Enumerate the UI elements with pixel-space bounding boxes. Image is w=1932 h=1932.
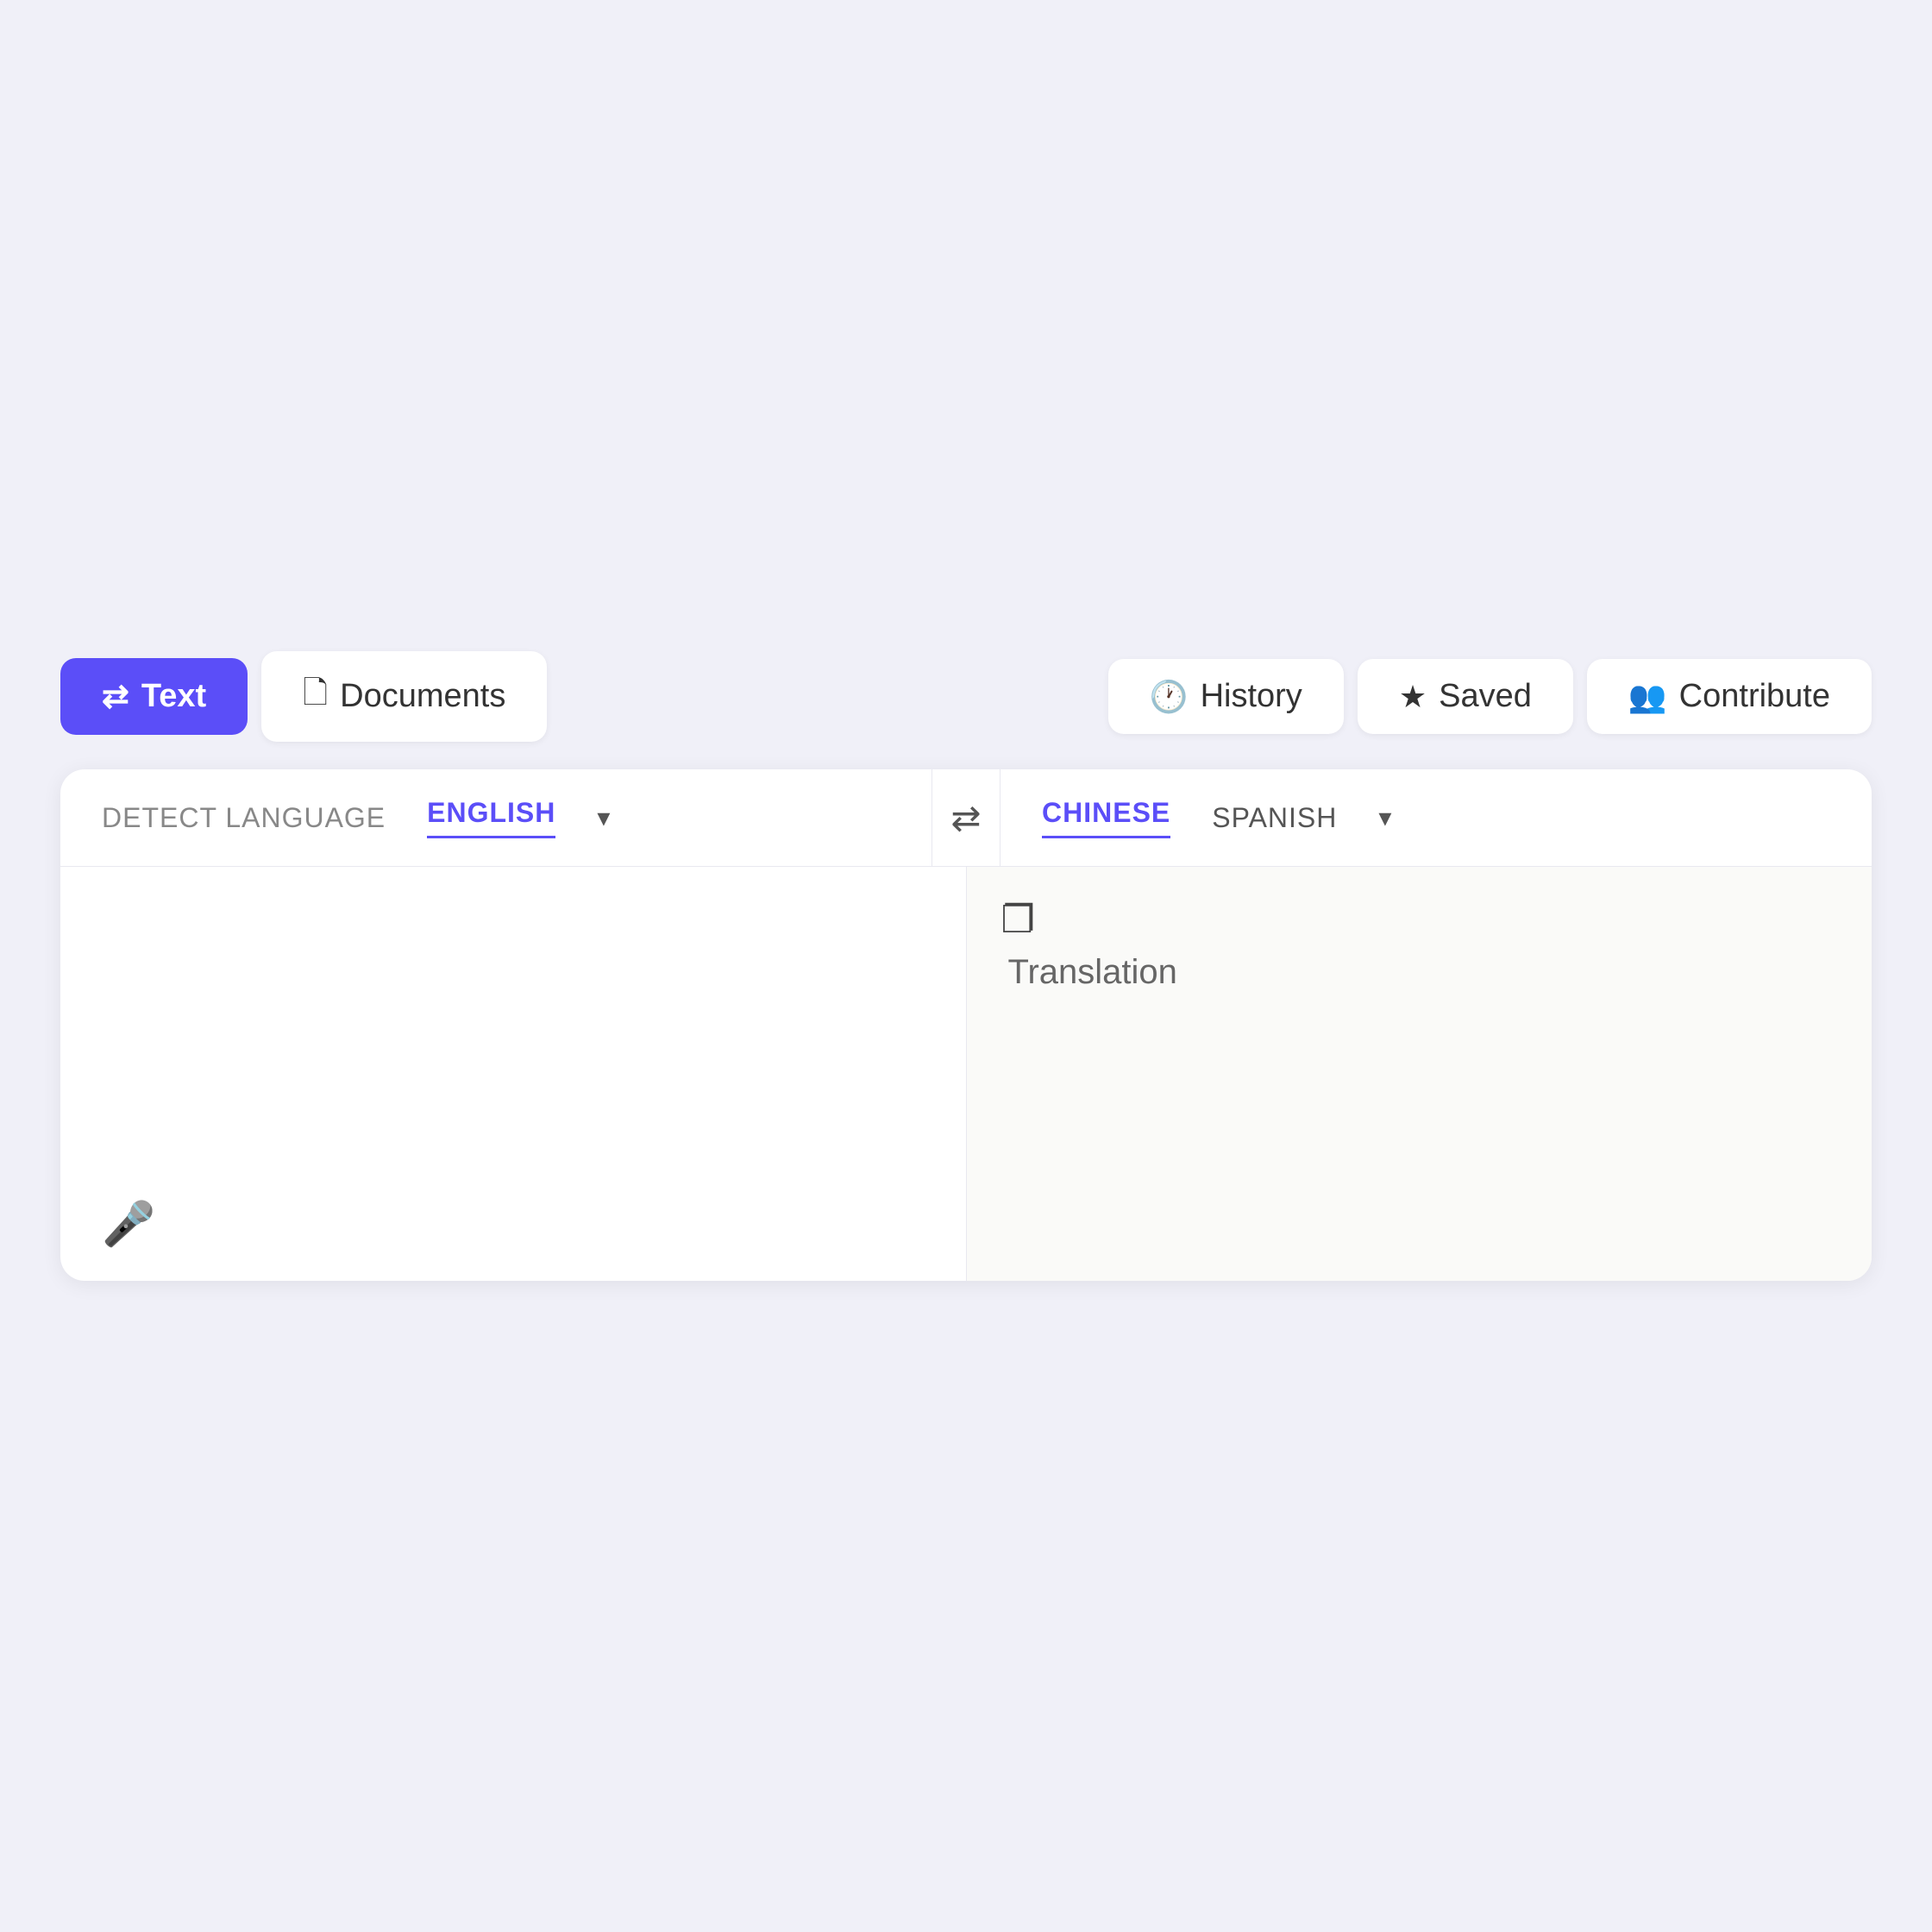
target-output-area: ❐ Translation	[967, 867, 1872, 1281]
microphone-icon: 🎤	[102, 1200, 155, 1248]
target-lang-selector: CHINESE SPANISH ▾	[1000, 769, 1872, 866]
text-icon: ⇄	[102, 677, 129, 716]
history-button-label: History	[1201, 678, 1302, 715]
copy-icon: ❐	[1001, 899, 1035, 941]
documents-button[interactable]: 🗋 Documents	[261, 651, 547, 742]
source-input-area: 🎤	[60, 867, 967, 1281]
source-language-dropdown[interactable]: ▾	[597, 803, 610, 833]
saved-button[interactable]: ★ Saved	[1358, 659, 1573, 734]
history-button[interactable]: 🕐 History	[1108, 659, 1344, 734]
translation-body: 🎤 ❐ Translation	[60, 867, 1872, 1281]
source-language-tab[interactable]: ENGLISH	[427, 797, 555, 838]
microphone-button[interactable]: 🎤	[102, 1199, 155, 1250]
source-chevron-icon: ▾	[597, 803, 610, 833]
translation-card: DETECT LANGUAGE ENGLISH ▾ ⇄ CHINESE SPAN…	[60, 769, 1872, 1281]
app-container: ⇄ Text 🗋 Documents 🕐 History ★ Saved 👥	[60, 651, 1872, 1281]
translation-output: Translation	[1008, 953, 1831, 992]
target-language-tab-spanish[interactable]: SPANISH	[1212, 802, 1337, 834]
toolbar: ⇄ Text 🗋 Documents 🕐 History ★ Saved 👥	[60, 651, 1872, 742]
lang-header: DETECT LANGUAGE ENGLISH ▾ ⇄ CHINESE SPAN…	[60, 769, 1872, 867]
contribute-button[interactable]: 👥 Contribute	[1587, 659, 1872, 734]
contribute-button-label: Contribute	[1679, 678, 1830, 715]
swap-languages-button[interactable]: ⇄	[932, 769, 1000, 866]
target-language-tab-chinese[interactable]: CHINESE	[1042, 797, 1170, 838]
source-lang-selector: DETECT LANGUAGE ENGLISH ▾	[60, 769, 932, 866]
document-icon: 🗋	[303, 670, 328, 723]
history-icon: 🕐	[1150, 679, 1189, 715]
text-button-label: Text	[141, 678, 206, 715]
swap-icon: ⇄	[950, 797, 981, 839]
target-chevron-icon: ▾	[1378, 803, 1391, 833]
saved-icon: ★	[1399, 679, 1427, 715]
source-text-input[interactable]	[102, 901, 925, 1212]
saved-button-label: Saved	[1439, 678, 1532, 715]
target-language-dropdown[interactable]: ▾	[1378, 803, 1391, 833]
documents-button-label: Documents	[340, 678, 505, 715]
detect-language-label[interactable]: DETECT LANGUAGE	[102, 802, 386, 834]
contribute-icon: 👥	[1628, 679, 1667, 715]
text-button[interactable]: ⇄ Text	[60, 658, 248, 735]
toolbar-right: 🕐 History ★ Saved 👥 Contribute	[1108, 659, 1872, 734]
copy-translation-button[interactable]: ❐	[1001, 898, 1035, 942]
toolbar-left: ⇄ Text 🗋 Documents	[60, 651, 547, 742]
